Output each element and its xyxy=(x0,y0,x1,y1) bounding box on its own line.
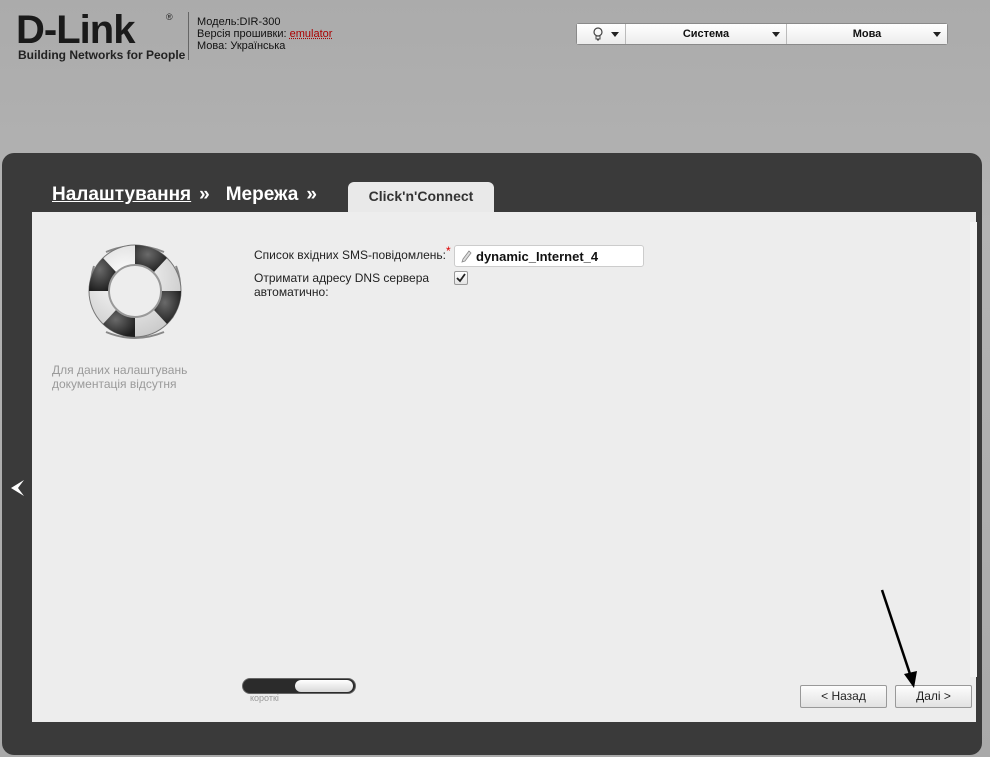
language-text: Мова: Українська xyxy=(197,40,286,52)
brand-name: D-Link xyxy=(16,8,135,52)
breadcrumb: Налаштування » Мережа » xyxy=(52,184,333,206)
scrollbar-track[interactable] xyxy=(970,222,977,677)
lightbulb-icon xyxy=(593,27,603,41)
view-mode-label: короткі xyxy=(250,693,279,703)
firmware-line: Версія прошивки: emulator xyxy=(197,28,332,40)
header-divider xyxy=(188,12,189,60)
breadcrumb-separator: » xyxy=(306,184,317,205)
language-menu-label: Мова xyxy=(852,28,882,40)
pencil-icon xyxy=(461,250,472,263)
sms-list-label-text: Список вхідних SMS-повідомлень: xyxy=(254,248,446,262)
toggle-knob[interactable] xyxy=(295,680,353,692)
system-menu-button[interactable]: Система xyxy=(626,24,787,44)
registered-mark: ® xyxy=(166,12,173,22)
dns-auto-checkbox[interactable] xyxy=(454,271,468,285)
tab-clicknconnect[interactable]: Click'n'Connect xyxy=(348,182,494,214)
device-info: Модель:DIR-300 Версія прошивки: emulator… xyxy=(197,16,332,52)
sms-list-value: dynamic_Internet_4 xyxy=(476,249,599,264)
chevron-down-icon xyxy=(611,32,619,37)
dns-auto-label: Отримати адресу DNS сервера автоматично: xyxy=(254,271,430,299)
breadcrumb-separator: » xyxy=(199,184,210,205)
firmware-label: Версія прошивки: xyxy=(197,28,287,40)
chevron-down-icon xyxy=(772,32,780,37)
breadcrumb-network[interactable]: Мережа xyxy=(226,184,299,205)
top-menu-bar: Система Мова xyxy=(576,23,948,45)
checkmark-icon xyxy=(456,273,466,283)
firmware-value-link[interactable]: emulator xyxy=(290,28,333,40)
breadcrumb-settings[interactable]: Налаштування xyxy=(52,184,191,205)
notifications-button[interactable] xyxy=(577,24,626,44)
lifebuoy-icon xyxy=(88,244,182,339)
dlink-logo: D-Link ® Building Networks for People xyxy=(16,8,185,64)
back-button[interactable]: < Назад xyxy=(800,685,887,708)
no-documentation-text: Для даних налаштувань документація відсу… xyxy=(52,363,188,391)
required-mark: * xyxy=(446,244,451,258)
view-mode-toggle[interactable] xyxy=(242,678,356,694)
chevron-down-icon xyxy=(933,32,941,37)
system-menu-label: Система xyxy=(682,28,730,40)
sms-list-input[interactable]: dynamic_Internet_4 xyxy=(454,245,644,267)
model-text: Модель:DIR-300 xyxy=(197,16,281,28)
annotation-arrow-icon xyxy=(880,589,917,688)
sms-list-label: Список вхідних SMS-повідомлень:* xyxy=(254,244,451,262)
language-menu-button[interactable]: Мова xyxy=(787,24,947,44)
brand-tagline: Building Networks for People xyxy=(18,48,186,62)
back-arrow-icon[interactable] xyxy=(9,479,25,497)
